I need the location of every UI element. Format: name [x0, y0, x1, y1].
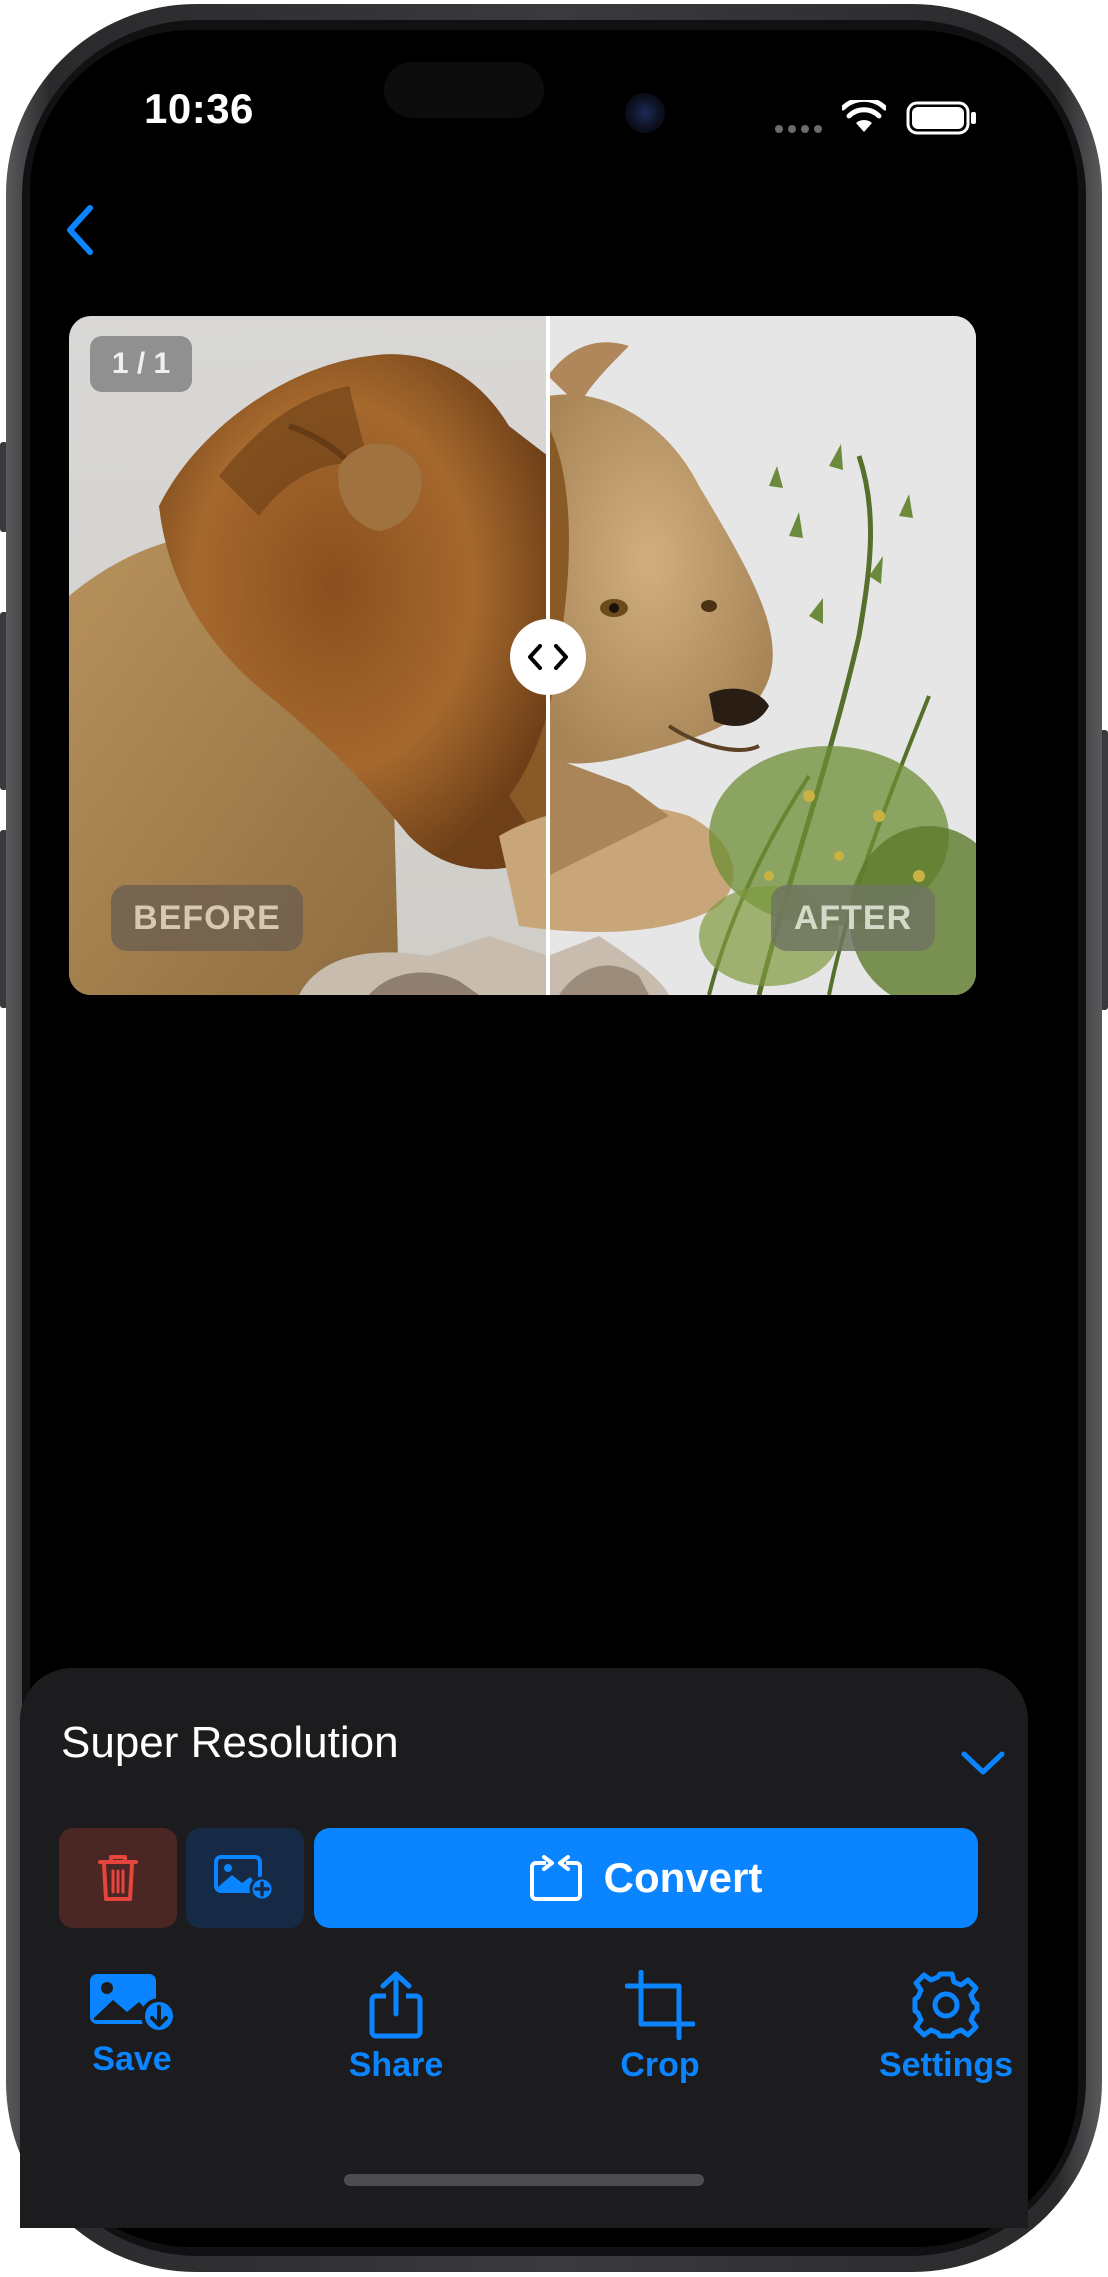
front-camera	[625, 93, 665, 133]
photo-add-icon	[214, 1855, 275, 1901]
crop-icon	[625, 1970, 695, 2040]
battery-icon	[906, 101, 976, 135]
gear-icon	[912, 1971, 980, 2039]
save-button[interactable]: Save	[62, 1970, 202, 2100]
convert-icon	[529, 1855, 582, 1901]
dynamic-island-sensor	[384, 62, 544, 118]
trash-icon	[98, 1855, 138, 1901]
chevrons-left-right-icon	[528, 644, 568, 670]
status-time: 10:36	[144, 85, 254, 132]
back-button[interactable]	[60, 200, 100, 260]
settings-button[interactable]: Settings	[866, 1970, 1026, 2100]
chevron-down-icon	[961, 1751, 1005, 1775]
page-indicator: 1 / 1	[90, 336, 192, 392]
convert-button[interactable]: Convert	[314, 1828, 978, 1928]
delete-button[interactable]	[59, 1828, 177, 1928]
after-label: AFTER	[771, 885, 935, 951]
share-button[interactable]: Share	[326, 1970, 466, 2100]
share-icon	[369, 1971, 423, 2039]
compare-slider-handle[interactable]	[510, 619, 586, 695]
save-label: Save	[92, 2040, 172, 2078]
cellular-dots-icon	[775, 125, 822, 133]
sheet-title: Super Resolution	[61, 1718, 399, 1767]
photo-download-icon	[90, 1974, 177, 2034]
wifi-icon	[842, 100, 886, 132]
home-indicator[interactable]	[344, 2174, 704, 2186]
crop-button[interactable]: Crop	[590, 1970, 730, 2100]
settings-label: Settings	[878, 2046, 1014, 2084]
before-label: BEFORE	[111, 885, 303, 951]
crop-label: Crop	[620, 2046, 700, 2084]
chevron-left-icon	[67, 205, 93, 255]
add-image-button[interactable]	[186, 1828, 304, 1928]
convert-button-label: Convert	[603, 1854, 763, 1901]
share-label: Share	[348, 2046, 444, 2084]
collapse-sheet-button[interactable]	[958, 1748, 1008, 1778]
